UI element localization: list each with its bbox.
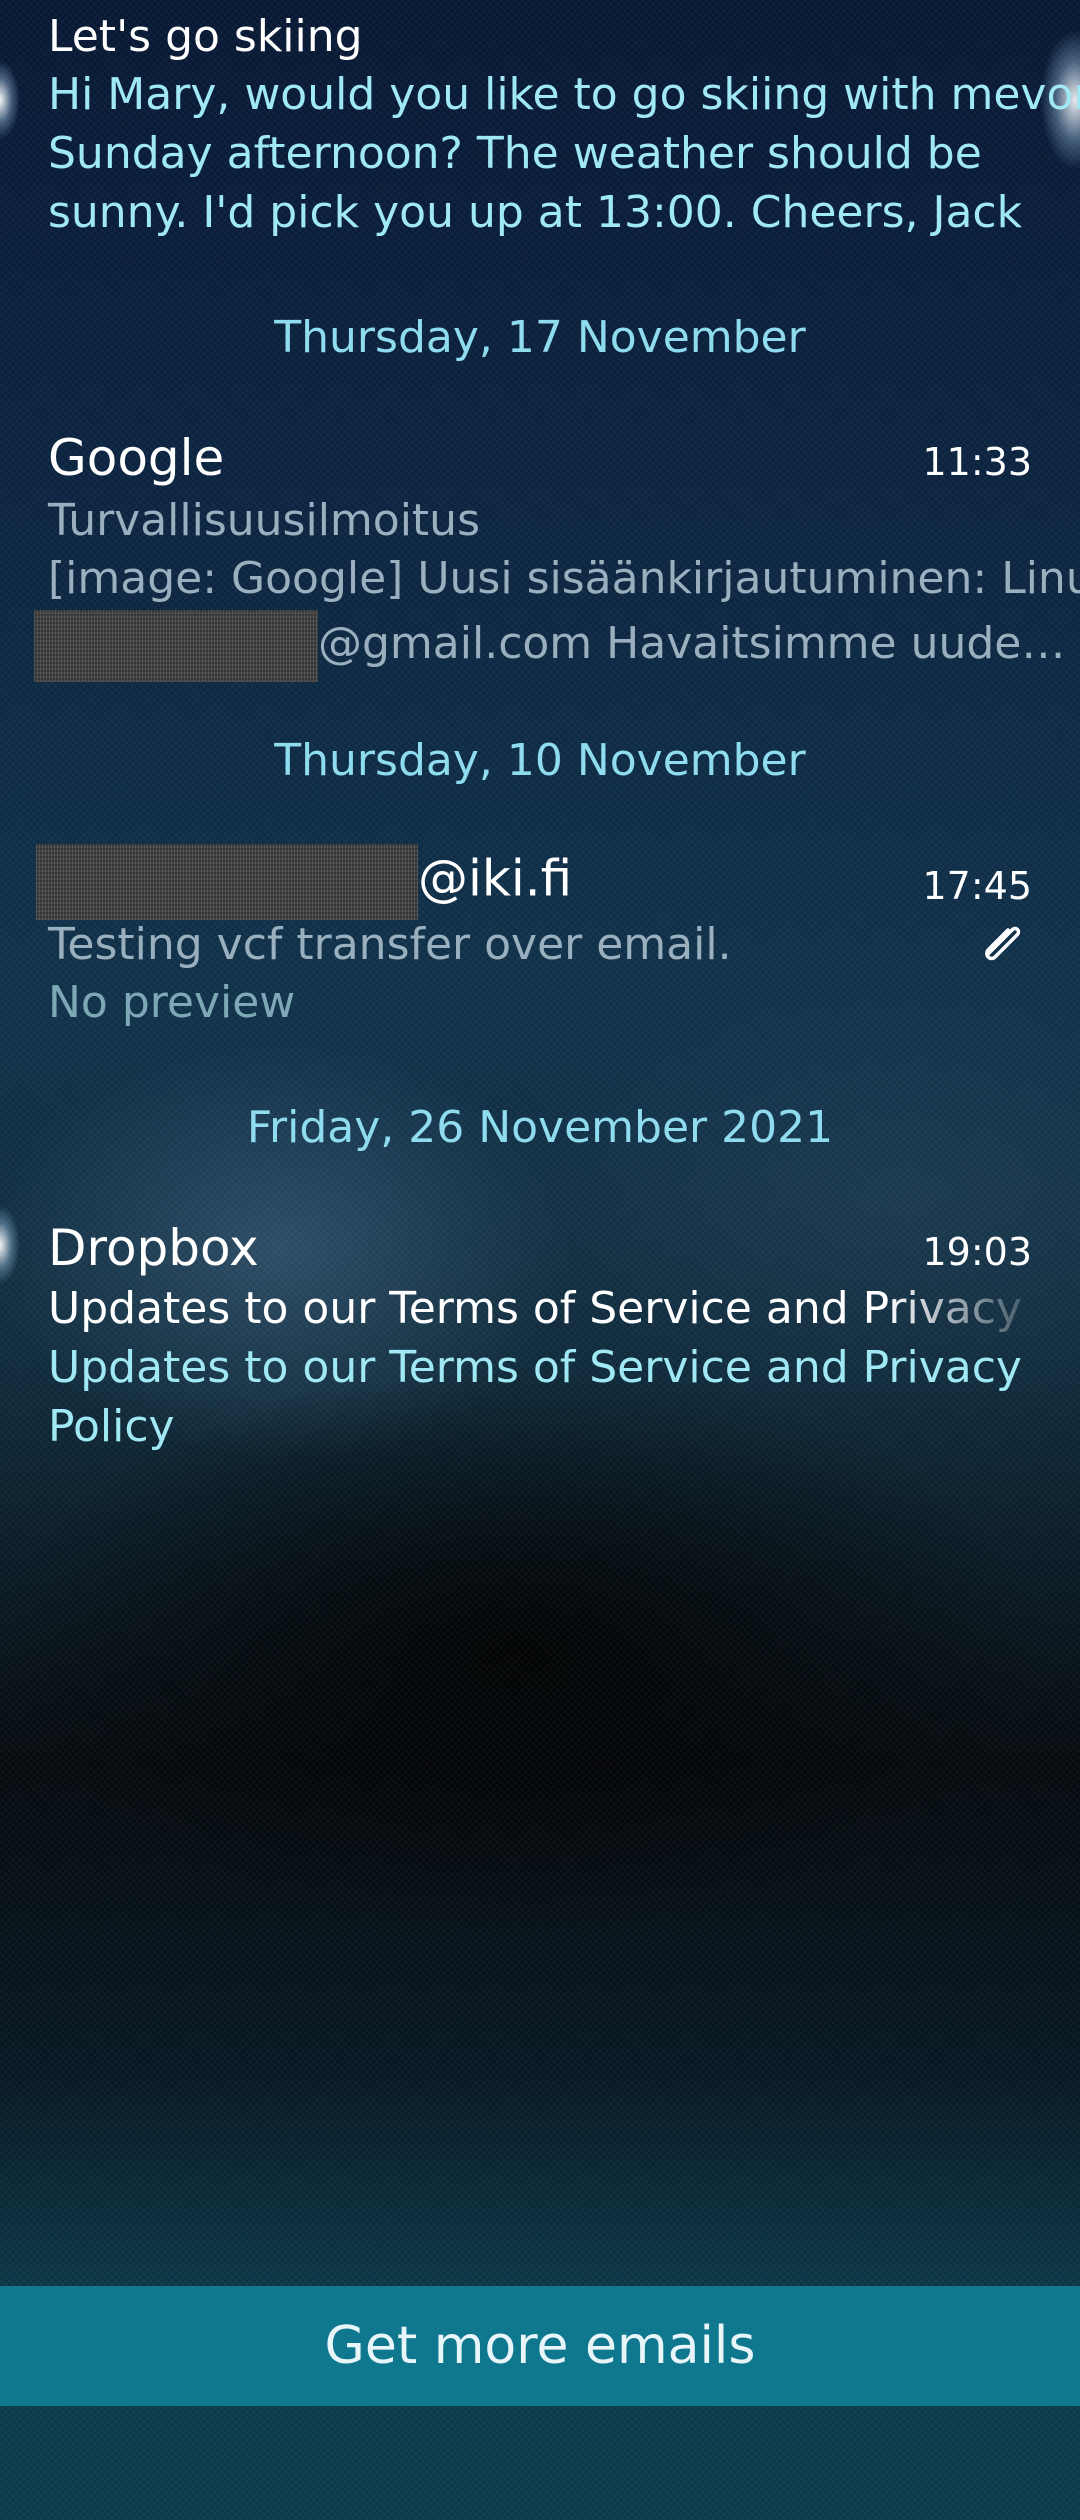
email-sender: Google [48, 429, 225, 487]
email-time: 11:33 [922, 440, 1032, 484]
email-subject: Testing vcf transfer over email. [48, 919, 732, 970]
unread-glow-indicator [0, 1205, 20, 1285]
section-header-date: Thursday, 17 November [274, 312, 806, 363]
email-item-google[interactable]: Google 11:33 Turvallisuusilmoitus [image… [34, 420, 1080, 682]
email-preview-line: sunny. I'd pick you up at 13:00. Cheers,… [48, 187, 1023, 238]
email-subject: Let's go skiing [48, 11, 363, 62]
unread-glow-indicator [0, 60, 20, 140]
email-sender: Dropbox [48, 1219, 259, 1277]
email-preview-line: No preview [48, 977, 296, 1028]
email-sender: @iki.fi [418, 849, 573, 908]
email-sender-row: @iki.fi [36, 844, 572, 920]
email-preview-line-2: @gmail.com Havaitsimme uude… [34, 610, 1065, 682]
email-time: 19:03 [922, 1230, 1032, 1274]
redacted-sender [36, 844, 418, 920]
email-subject: Updates to our Terms of Service and Priv… [48, 1283, 1032, 1334]
redacted-address [34, 610, 318, 682]
email-preview-line: Sunday afternoon? The weather should be [48, 128, 982, 179]
email-item-ski[interactable]: Let's go skiing Hi Mary, would you like … [48, 0, 1080, 250]
email-preview-text: @gmail.com Havaitsimme uude… [318, 618, 1066, 669]
email-preview-line: [image: Google] Uusi sisäänkirjautuminen… [48, 553, 1080, 604]
email-preview-line: Hi Mary, would you like to go skiing wit… [48, 69, 1080, 120]
section-header-date: Friday, 26 November 2021 [246, 1102, 834, 1153]
email-time: 17:45 [922, 864, 1032, 908]
email-subject: Turvallisuusilmoitus [48, 495, 480, 546]
email-preview-line: Policy [48, 1401, 175, 1452]
email-item-iki[interactable]: @iki.fi 17:45 Testing vcf transfer over … [36, 842, 1032, 1042]
paperclip-icon [985, 926, 1021, 961]
email-preview-line: Updates to our Terms of Service and Priv… [48, 1342, 1022, 1393]
get-more-emails-button[interactable]: Get more emails [0, 2286, 1080, 2406]
section-header-date: Thursday, 10 November [274, 735, 806, 786]
get-more-emails-label: Get more emails [324, 2316, 756, 2376]
email-item-dropbox[interactable]: Dropbox 19:03 Updates to our Terms of Se… [48, 1216, 1032, 1456]
